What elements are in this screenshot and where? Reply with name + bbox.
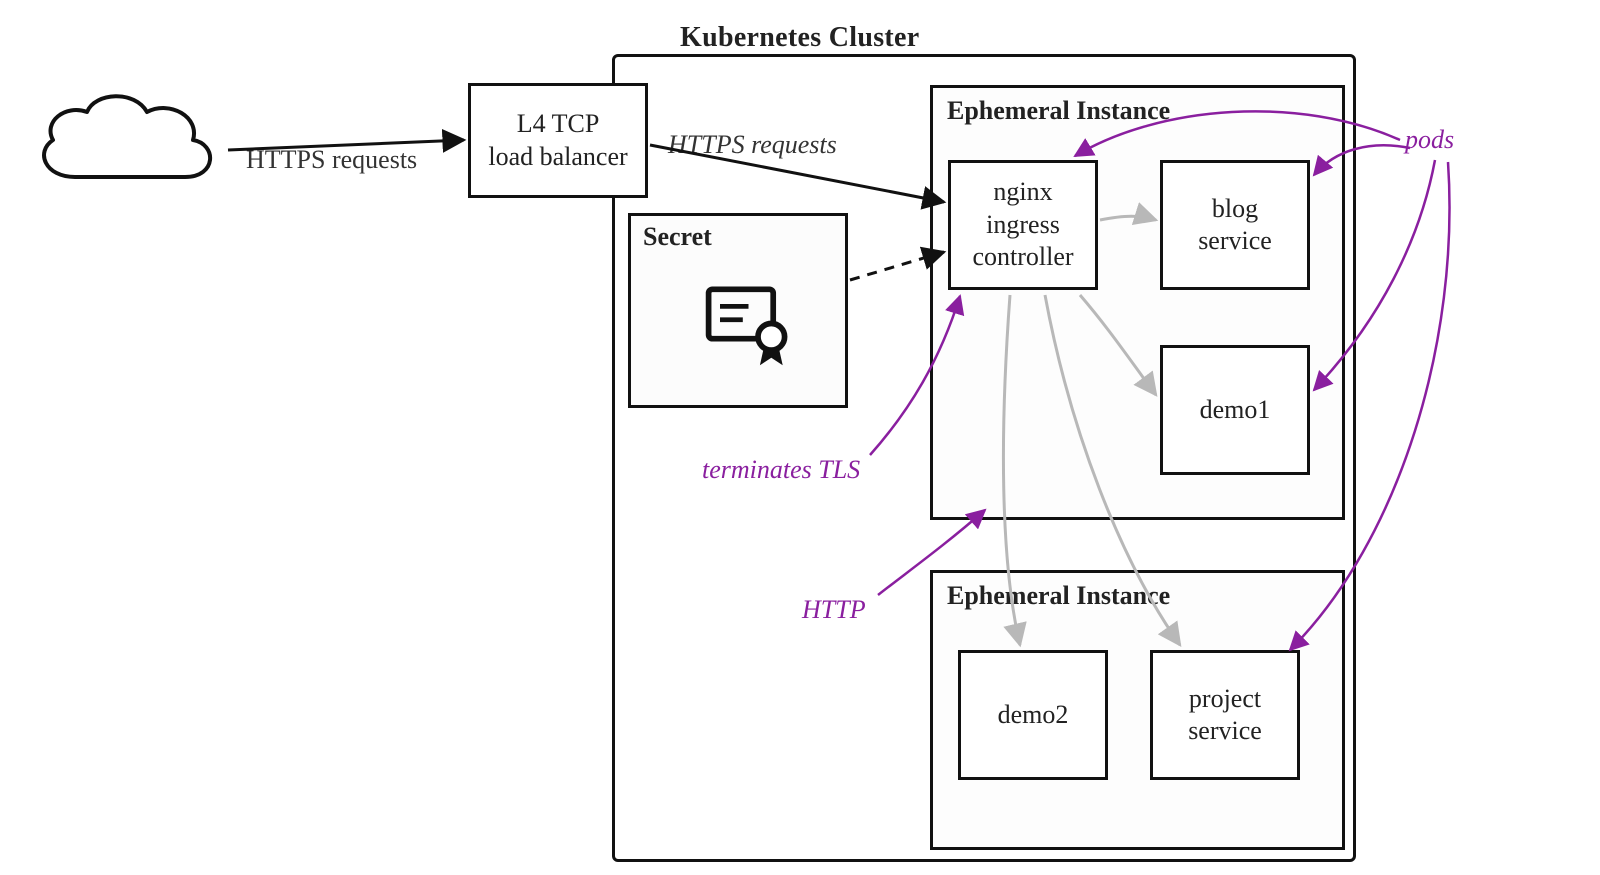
diagram-stage: Kubernetes Cluster HTTPS requests L4 TCP…	[0, 0, 1600, 875]
pod-demo2: demo2	[958, 650, 1108, 780]
label-https-requests-2: HTTPS requests	[668, 130, 837, 160]
certificate-icon	[701, 276, 796, 371]
secret-title: Secret	[643, 222, 712, 252]
annotation-http: HTTP	[802, 595, 866, 625]
annotation-terminates-tls: terminates TLS	[702, 455, 860, 485]
secret-box: Secret	[628, 213, 848, 408]
diagram-title: Kubernetes Cluster	[680, 22, 919, 54]
pod-project-service: project service	[1150, 650, 1300, 780]
load-balancer-box: L4 TCP load balancer	[468, 83, 648, 198]
instance-2-title: Ephemeral Instance	[947, 581, 1170, 611]
pod-blog-service: blog service	[1160, 160, 1310, 290]
annotation-pods: pods	[1405, 125, 1454, 155]
instance-1-title: Ephemeral Instance	[947, 96, 1170, 126]
pod-demo1: demo1	[1160, 345, 1310, 475]
cloud-icon	[25, 82, 225, 202]
label-https-requests-1: HTTPS requests	[246, 145, 417, 175]
pod-nginx-ingress: nginx ingress controller	[948, 160, 1098, 290]
